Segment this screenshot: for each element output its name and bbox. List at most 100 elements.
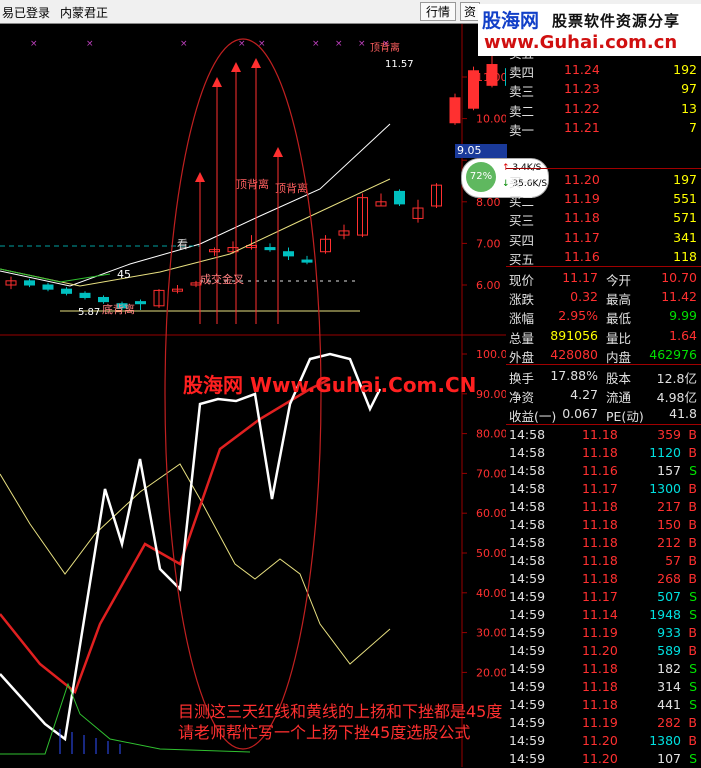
- indicator-axis-label: 30.00: [476, 627, 506, 640]
- ask-label: 卖三: [509, 84, 535, 100]
- tick-row: 14:58 11.18 359 B: [506, 425, 701, 444]
- quote-button[interactable]: 行情: [420, 2, 456, 21]
- tick-volume: 1300: [649, 481, 681, 496]
- tick-volume: 282: [657, 715, 681, 730]
- x-marker-icon: ×: [258, 39, 266, 49]
- stat-value: 9.99: [669, 308, 697, 324]
- tick-side: B: [688, 733, 697, 748]
- note-line-1: 目测这三天红线和黄线的上扬和下挫都是45度: [178, 702, 502, 721]
- tick-side: B: [688, 517, 697, 532]
- tick-price: 11.20: [582, 751, 618, 766]
- candle-body: [301, 259, 313, 263]
- tick-price: 11.20: [582, 643, 618, 658]
- indicator-axis-label: 100.0: [476, 348, 506, 361]
- tick-price: 11.18: [582, 571, 618, 586]
- stat-value: 2.95%: [558, 308, 598, 324]
- logo-text: 股海网: [482, 10, 540, 32]
- tick-volume: 107: [657, 751, 681, 766]
- candle-body: [98, 296, 109, 303]
- quote-panel: 委比41.39%委差1041卖五11.25428卖四11.24192卖三11.2…: [506, 23, 701, 768]
- stock-name[interactable]: 内蒙君正: [60, 4, 108, 21]
- indicator-axis-label: 40.00: [476, 587, 506, 600]
- candle-body: [468, 70, 479, 109]
- ask-volume: 97: [681, 81, 697, 97]
- tick-price: 11.18: [582, 661, 618, 676]
- candle-body: [42, 284, 54, 290]
- price-axis-label: 10.00: [476, 113, 506, 126]
- candle: [264, 243, 276, 252]
- candle-body: [449, 97, 461, 124]
- bid-label: 买五: [509, 251, 535, 267]
- ask-label: 卖四: [509, 65, 535, 81]
- tick-volume: 314: [657, 679, 681, 694]
- tick-volume: 217: [657, 499, 681, 514]
- up-arrow-icon: [251, 58, 261, 68]
- candle: [172, 285, 183, 294]
- tick-volume: 1948: [649, 607, 681, 622]
- tick-side: B: [688, 445, 697, 460]
- bid-label: 买二: [509, 194, 535, 210]
- tick-row: 14:59 11.20 107 S: [506, 749, 701, 768]
- tick-side: B: [688, 553, 697, 568]
- stat-label: 最高: [606, 292, 632, 308]
- bid-volume: 571: [673, 210, 697, 226]
- candle-body: [79, 292, 91, 298]
- info-button[interactable]: 资: [460, 2, 480, 21]
- stat-value: 10.70: [661, 270, 697, 285]
- tick-row: 14:58 11.16 157 S: [506, 461, 701, 480]
- candle: [486, 53, 498, 88]
- tick-time: 14:59: [509, 625, 546, 640]
- candle: [209, 247, 220, 256]
- stat-label: 涨幅: [509, 311, 535, 327]
- stat-row: 涨幅 2.95% 最低 9.99: [506, 306, 701, 327]
- bid-price: 11.16: [564, 248, 600, 264]
- bid-volume: 551: [673, 191, 697, 207]
- stat-value: 17.88%: [550, 368, 598, 383]
- tick-side: S: [689, 679, 697, 694]
- stat-row: 收益(一) 0.067 PE(动) 41.8: [506, 404, 701, 425]
- tick-price: 11.18: [582, 697, 618, 712]
- stat-label: 最低: [606, 311, 632, 327]
- x-marker-icon: ×: [30, 39, 38, 49]
- tick-side: B: [688, 535, 697, 550]
- x-marker-icon: ×: [180, 39, 188, 49]
- ask-row: 卖二 11.22 13: [506, 99, 701, 119]
- divider: [506, 266, 701, 267]
- stat-row: 外盘 428080 内盘 462976: [506, 345, 701, 365]
- tick-row: 14:59 11.20 589 B: [506, 641, 701, 660]
- top-right-label: 顶背离: [370, 41, 400, 54]
- x-marker-icon: ×: [312, 39, 320, 49]
- candle: [412, 199, 424, 223]
- stat-value: 462976: [649, 346, 697, 362]
- stat-value: 428080: [550, 346, 598, 362]
- tick-row: 14:59 11.18 314 S: [506, 677, 701, 696]
- tick-time: 14:59: [509, 607, 546, 622]
- tick-time: 14:58: [509, 553, 546, 568]
- indicator-yellow-line: [0, 463, 391, 665]
- indicator-axis-label: 20.00: [476, 666, 506, 679]
- candle-body: [24, 280, 35, 286]
- tick-price: 11.14: [582, 607, 618, 622]
- tick-row: 14:58 11.18 57 B: [506, 551, 701, 570]
- bid-label: 买三: [509, 213, 535, 229]
- stock-chart[interactable]: 11.0010.009.008.007.006.00100.090.0080.0…: [0, 24, 506, 767]
- tick-side: B: [688, 571, 697, 586]
- tick-volume: 182: [657, 661, 681, 676]
- stat-label: 外盘: [509, 349, 535, 365]
- tick-volume: 150: [657, 517, 681, 532]
- tick-price: 11.16: [582, 463, 618, 478]
- stat-label: PE(动): [606, 409, 644, 425]
- tick-side: S: [689, 661, 697, 676]
- bid-price: 11.18: [564, 210, 600, 226]
- tick-time: 14:59: [509, 733, 546, 748]
- tick-time: 14:59: [509, 679, 546, 694]
- tick-row: 14:59 11.17 507 S: [506, 587, 701, 606]
- stat-row: 换手 17.88% 股本 12.8亿: [506, 366, 701, 386]
- candle-body: [394, 190, 405, 205]
- stat-label: 总量: [509, 330, 535, 346]
- top-divergence-label: 顶背离: [275, 181, 308, 195]
- stat-value: 0.32: [570, 289, 598, 305]
- tick-row: 14:58 11.18 212 B: [506, 533, 701, 552]
- tick-side: S: [689, 589, 697, 604]
- tick-time: 14:59: [509, 571, 546, 586]
